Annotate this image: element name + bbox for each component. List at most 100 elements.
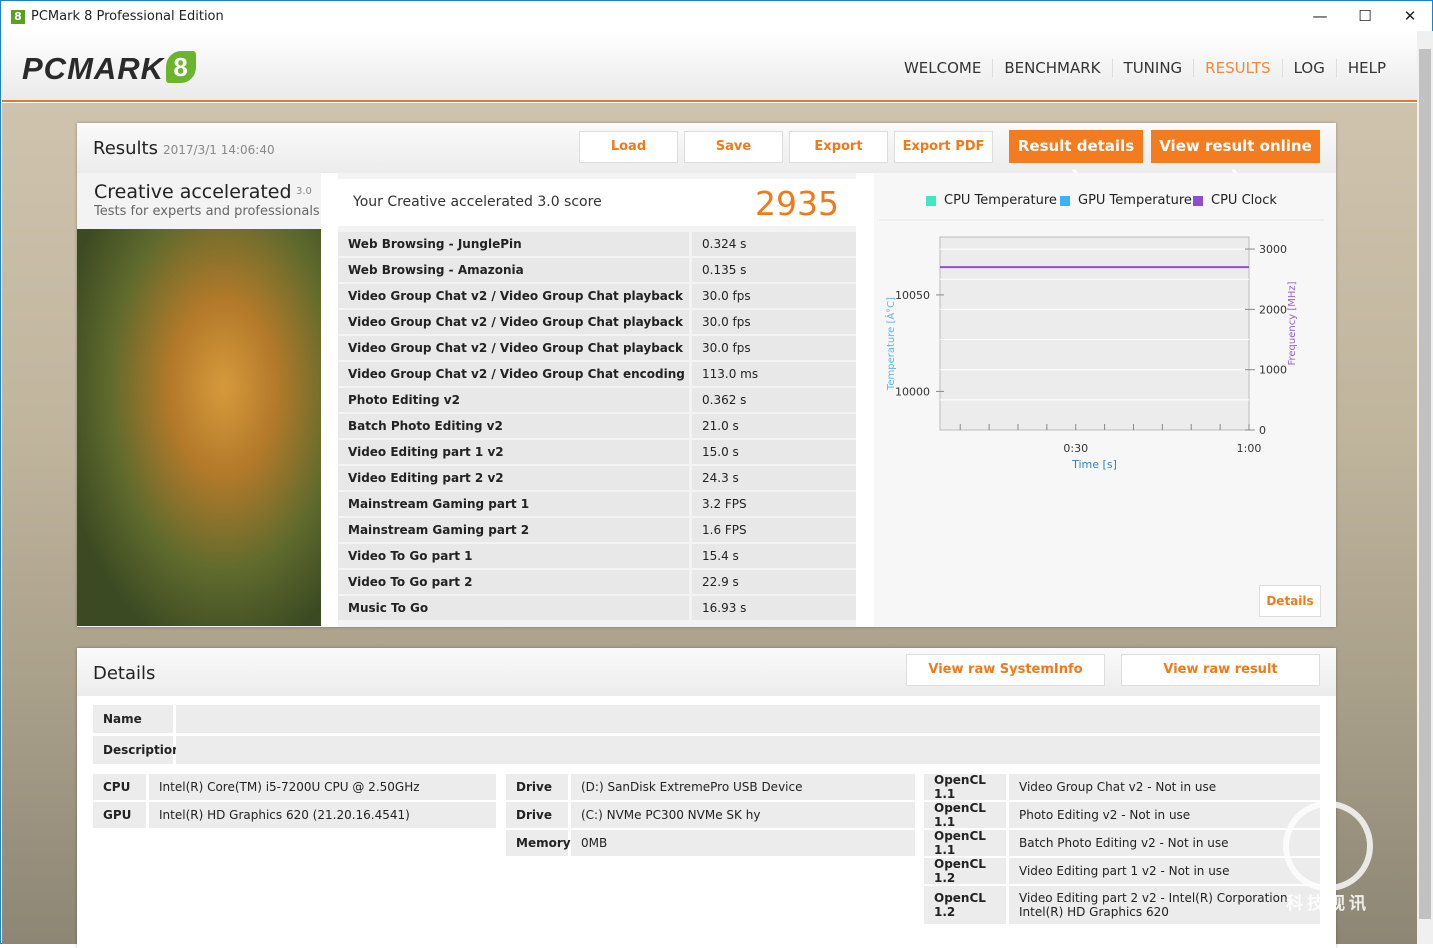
main-nav: WELCOME BENCHMARK TUNING RESULTS LOG HELP bbox=[893, 59, 1397, 77]
results-date: 2017/3/1 14:06:40 bbox=[163, 143, 275, 157]
name-row: Name bbox=[93, 705, 1320, 733]
description-label: Description bbox=[93, 736, 181, 764]
score-value: 2935 bbox=[755, 184, 839, 223]
system-row: CPU Intel(R) Core(TM) i5-7200U CPU @ 2.50… bbox=[93, 774, 496, 800]
minimize-button[interactable]: — bbox=[1297, 2, 1343, 31]
storage-key: Drive bbox=[506, 802, 568, 828]
nav-log[interactable]: LOG bbox=[1281, 59, 1336, 77]
name-label: Name bbox=[93, 705, 173, 733]
test-value: 0.362 s bbox=[692, 388, 856, 412]
opencl-value: Batch Photo Editing v2 - Not in use bbox=[1009, 830, 1320, 856]
maximize-button[interactable]: ☐ bbox=[1342, 2, 1388, 31]
export-button[interactable]: Export bbox=[789, 131, 888, 163]
test-name: Web Browsing - Amazonia bbox=[338, 258, 689, 282]
system-key: GPU bbox=[93, 802, 146, 828]
window-title: PCMark 8 Professional Edition bbox=[31, 9, 224, 24]
test-name: Music To Go bbox=[338, 596, 689, 620]
monitoring-chart: CPU Temperature GPU Temperature CPU Cloc… bbox=[874, 173, 1336, 627]
result-row: Video Editing part 2 v2 24.3 s bbox=[338, 466, 856, 490]
legend-cpu-temperature: CPU Temperature bbox=[926, 193, 1057, 208]
opencl-key: OpenCL 1.1 bbox=[924, 829, 1006, 857]
legend-label: CPU Temperature bbox=[944, 193, 1057, 208]
details-title: Details bbox=[93, 663, 156, 684]
result-row: Batch Photo Editing v2 21.0 s bbox=[338, 414, 856, 438]
x-tick-label: 0:30 bbox=[1063, 442, 1088, 455]
test-value: 113.0 ms bbox=[692, 362, 856, 386]
test-name: Video Group Chat v2 / Video Group Chat e… bbox=[338, 362, 689, 405]
export-pdf-button[interactable]: Export PDF bbox=[894, 131, 993, 163]
result-row: Web Browsing - Amazonia 0.135 s bbox=[338, 258, 856, 282]
save-button[interactable]: Save bbox=[684, 131, 783, 163]
test-value: 16.93 s bbox=[692, 596, 856, 620]
test-name: Video To Go part 2 bbox=[338, 570, 689, 594]
test-name: Video Editing part 2 v2 bbox=[338, 466, 689, 490]
close-button[interactable]: ✕ bbox=[1387, 2, 1433, 31]
storage-value: (D:) SanDisk ExtremePro USB Device bbox=[571, 774, 915, 800]
legend-cpu-clock: CPU Clock bbox=[1193, 193, 1277, 208]
pcmark-logo: PCMARK 8 bbox=[22, 51, 197, 87]
leopard-image bbox=[77, 229, 321, 626]
system-value: Intel(R) HD Graphics 620 (21.20.16.4541) bbox=[149, 802, 496, 828]
details-header: Details View raw SystemInfo View raw res… bbox=[77, 648, 1336, 696]
result-details-button[interactable]: Result details ❯ bbox=[1009, 130, 1143, 185]
description-row: Description bbox=[93, 736, 1320, 764]
view-result-online-button[interactable]: View result online ❯ bbox=[1151, 130, 1320, 185]
right-tick-label: 3000 bbox=[1259, 243, 1287, 256]
opencl-value: Video Editing part 1 v2 - Not in use bbox=[1009, 858, 1320, 884]
plot-area bbox=[939, 236, 1250, 431]
right-axis-label: Frequency [MHz] bbox=[1287, 281, 1298, 365]
legend-label: GPU Temperature bbox=[1078, 193, 1192, 208]
nav-tuning[interactable]: TUNING bbox=[1111, 59, 1194, 77]
view-raw-systeminfo-button[interactable]: View raw SystemInfo bbox=[906, 654, 1105, 686]
logo-leaf-icon: 8 bbox=[166, 51, 197, 83]
storage-value: 0MB bbox=[571, 830, 915, 856]
opencl-key: OpenCL 1.1 bbox=[924, 773, 1006, 801]
opencl-row: OpenCL 1.2 Video Editing part 2 v2 - Inte… bbox=[924, 886, 1320, 924]
result-row: Mainstream Gaming part 1 3.2 FPS bbox=[338, 492, 856, 516]
storage-value: (C:) NVMe PC300 NVMe SK hy bbox=[571, 802, 915, 828]
result-row: Video To Go part 2 22.9 s bbox=[338, 570, 856, 594]
test-name: Web Browsing - JunglePin bbox=[338, 232, 689, 256]
test-name: Video Group Chat v2 / Video Group Chat p… bbox=[338, 284, 689, 327]
result-row: Video Editing part 1 v2 15.0 s bbox=[338, 440, 856, 464]
opencl-row: OpenCL 1.1 Batch Photo Editing v2 - Not i… bbox=[924, 829, 1320, 857]
results-panel: Results 2017/3/1 14:06:40 Load Save Expo… bbox=[77, 123, 1336, 627]
details-button[interactable]: Details bbox=[1259, 585, 1321, 617]
storage-key: Memory bbox=[506, 830, 571, 856]
benchmark-name: Creative accelerated bbox=[94, 181, 292, 203]
test-value: 1.6 FPS bbox=[692, 518, 856, 542]
nav-benchmark[interactable]: BENCHMARK bbox=[992, 59, 1111, 77]
load-button[interactable]: Load bbox=[579, 131, 678, 163]
x-axis-label: Time [s] bbox=[1071, 458, 1117, 471]
storage-row: Drive (D:) SanDisk ExtremePro USB Device bbox=[506, 774, 915, 800]
nav-help[interactable]: HELP bbox=[1335, 59, 1397, 77]
opencl-value: Video Group Chat v2 - Not in use bbox=[1009, 774, 1320, 800]
system-value: Intel(R) Core(TM) i5-7200U CPU @ 2.50GHz bbox=[149, 774, 496, 800]
view-raw-result-button[interactable]: View raw result bbox=[1121, 654, 1320, 686]
details-panel: Details View raw SystemInfo View raw res… bbox=[77, 648, 1336, 948]
description-value bbox=[176, 736, 1320, 764]
results-title: Results bbox=[93, 138, 158, 159]
nav-welcome[interactable]: WELCOME bbox=[893, 59, 992, 77]
app-icon: 8 bbox=[11, 9, 25, 24]
opencl-key: OpenCL 1.2 bbox=[924, 857, 1006, 885]
score-box: Your Creative accelerated 3.0 score 2935 bbox=[338, 179, 856, 226]
test-name: Mainstream Gaming part 1 bbox=[338, 492, 689, 516]
title-bar: 8 PCMark 8 Professional Edition — ☐ ✕ bbox=[2, 2, 1431, 31]
test-name: Video To Go part 1 bbox=[338, 544, 689, 568]
scrollbar-thumb[interactable] bbox=[1419, 49, 1431, 919]
scrollbar[interactable] bbox=[1417, 31, 1433, 944]
result-row: Video Group Chat v2 / Video Group Chat p… bbox=[338, 284, 856, 327]
x-tick-label: 1:00 bbox=[1237, 442, 1262, 455]
opencl-value: Video Editing part 2 v2 - Intel(R) Corpo… bbox=[1009, 886, 1320, 924]
legend-swatch bbox=[1060, 195, 1070, 206]
opencl-row: OpenCL 1.2 Video Editing part 1 v2 - Not … bbox=[924, 857, 1320, 885]
system-key: CPU bbox=[93, 774, 146, 800]
left-tick-label: 10050 bbox=[895, 289, 930, 302]
nav-results[interactable]: RESULTS bbox=[1193, 59, 1281, 77]
test-value: 30.0 fps bbox=[692, 336, 856, 360]
benchmark-info: Creative accelerated 3.0 Tests for exper… bbox=[77, 173, 321, 627]
result-row: Video To Go part 1 15.4 s bbox=[338, 544, 856, 568]
test-value: 15.0 s bbox=[692, 440, 856, 464]
score-table: Your Creative accelerated 3.0 score 2935… bbox=[338, 173, 856, 627]
